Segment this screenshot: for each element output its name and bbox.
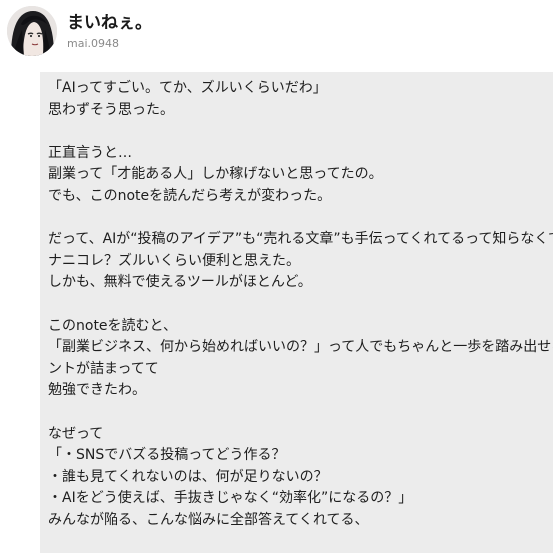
article-line: 「AIってすごい。てか、ズルいくらいだわ」 bbox=[48, 80, 327, 96]
note-page: まいねぇ。 mai.0948 「AIってすごい。てか、ズルいくらいだわ」 思わずそ… bbox=[0, 0, 553, 553]
article-body: 「AIってすごい。てか、ズルいくらいだわ」 思わずそう思った。 正直言うと… 副業って… bbox=[40, 72, 553, 553]
article-line: ・誰も見てくれないのは、何が足りないの？ bbox=[48, 468, 328, 485]
article-line: だって、AIが“投稿のアイデア”も“売れる文章”も手伝ってくれてるって知らなくて… bbox=[48, 231, 553, 248]
article-line: なぜって bbox=[48, 425, 104, 442]
avatar-illustration bbox=[7, 6, 57, 56]
article-line: しかも、無料で使えるツールがほとんど。 bbox=[48, 274, 312, 291]
user-avatar-icon[interactable] bbox=[7, 6, 57, 56]
article-line: 勉強できたわ。 bbox=[48, 382, 146, 399]
article-line: ・AIをどう使えば、手抜きじゃなく“効率化”になるの？」 bbox=[48, 490, 413, 507]
article-line: 正直言うと… bbox=[48, 144, 132, 161]
article-line: でも、このnoteを読んだら考えが変わった。 bbox=[48, 187, 332, 204]
article-line: 思わずそう思った。 bbox=[48, 101, 174, 118]
article-line: このnoteを読むと、 bbox=[48, 317, 177, 334]
article-line: ナニコレ？ズルいくらい便利と思えた。 bbox=[48, 252, 300, 269]
author-name[interactable]: まいねぇ。 bbox=[67, 8, 152, 33]
article-line: ントが詰まってて bbox=[48, 360, 159, 377]
author-header: まいねぇ。 mai.0948 bbox=[0, 0, 553, 72]
author-id[interactable]: mai.0948 bbox=[67, 37, 119, 50]
article-line: みんなが陥る、こんな悩みに全部答えてくれてる、 bbox=[48, 511, 369, 528]
article-line: 「副業ビジネス、何から始めればいいの？」って人でもちゃんと一歩を踏み出せるヒ bbox=[48, 339, 553, 356]
article-text: 「AIってすごい。てか、ズルいくらいだわ」 思わずそう思った。 正直言うと… 副業って… bbox=[48, 78, 553, 531]
article-line: 副業って「才能ある人」しか稼げないと思ってたの。 bbox=[48, 166, 383, 183]
article-line: 「・SNSでバズる投稿ってどう作る？ bbox=[48, 447, 286, 464]
